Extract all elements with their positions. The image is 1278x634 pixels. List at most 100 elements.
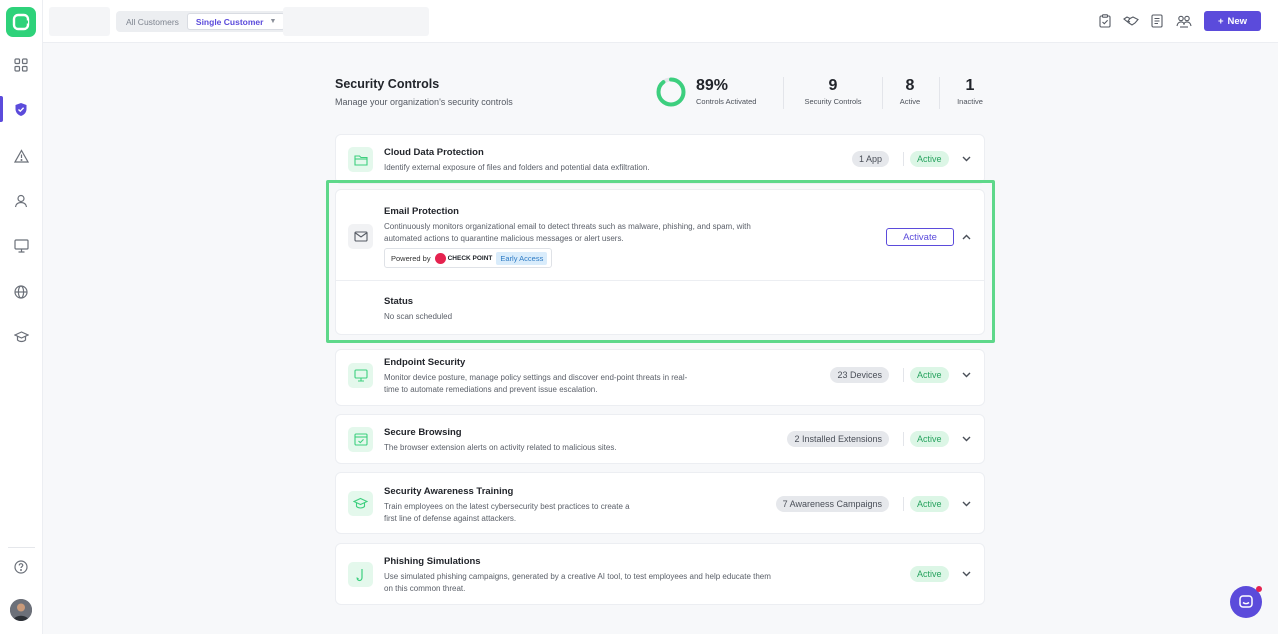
stat-value: 89% [696, 77, 729, 94]
stat-controls-activated: 89% Controls Activated [696, 77, 756, 106]
clipboard-check-icon[interactable] [1097, 13, 1113, 29]
status-badge: Active [910, 431, 949, 447]
chevron-down-icon[interactable] [961, 434, 971, 444]
stat-divider [939, 77, 940, 109]
count-badge: 2 Installed Extensions [787, 431, 889, 447]
badge-separator [903, 432, 904, 446]
control-description-line1: Monitor device posture, manage policy se… [384, 373, 688, 382]
stat-divider [882, 77, 883, 109]
control-description-line2: first line of defense against attackers. [384, 514, 517, 523]
control-card-email-protection[interactable]: Email Protection Continuously monitors o… [335, 189, 985, 335]
count-badge: 1 App [851, 151, 889, 167]
avatar[interactable] [10, 599, 32, 621]
control-description-line1: Use simulated phishing campaigns, genera… [384, 572, 771, 581]
all-customers-label: All Customers [126, 16, 179, 27]
control-description-line1: Continuously monitors organizational ema… [384, 222, 751, 231]
sidebar [0, 0, 43, 634]
fishing-hook-icon [348, 562, 373, 587]
powered-by-badge: Powered by CHECK POINT Early Access [384, 248, 553, 268]
check-point-logo: CHECK POINT [434, 252, 493, 264]
search-placeholder [283, 7, 429, 36]
chevron-up-icon[interactable] [961, 232, 971, 242]
early-access-badge: Early Access [496, 251, 548, 265]
control-card-secure-browsing[interactable]: Secure Browsing The browser extension al… [335, 414, 985, 464]
status-badge: Active [910, 566, 949, 582]
new-button-label: New [1227, 15, 1248, 27]
control-description-line2: automated actions to quarantine maliciou… [384, 234, 624, 243]
control-title: Email Protection [384, 206, 459, 217]
page-subtitle: Manage your organization's security cont… [335, 97, 513, 107]
control-title: Phishing Simulations [384, 556, 481, 567]
chevron-down-icon[interactable] [961, 569, 971, 579]
sidebar-divider [8, 547, 35, 548]
page-title: Security Controls [335, 77, 440, 91]
dashboard-icon[interactable] [11, 55, 31, 75]
user-icon[interactable] [11, 191, 31, 211]
controls-activated-ring [656, 77, 686, 107]
activate-button[interactable]: Activate [886, 228, 954, 246]
status-badge: Active [910, 151, 949, 167]
stat-label: Inactive [957, 97, 983, 106]
monitor-icon [348, 363, 373, 388]
chevron-down-icon[interactable] [961, 154, 971, 164]
globe-icon[interactable] [11, 282, 31, 302]
users-group-icon[interactable] [1176, 13, 1192, 29]
topbar: All Customers Single Customer ▼ + New [43, 0, 1278, 43]
folder-icon [348, 147, 373, 172]
mail-icon [348, 224, 373, 249]
monitor-icon[interactable] [11, 236, 31, 256]
graduation-cap-icon [348, 491, 373, 516]
chevron-down-icon[interactable] [961, 370, 971, 380]
badge-separator [903, 368, 904, 382]
status-badge: Active [910, 367, 949, 383]
chevron-down-icon[interactable] [961, 499, 971, 509]
control-card-security-awareness-training[interactable]: Security Awareness Training Train employ… [335, 472, 985, 534]
stat-value: 9 [828, 77, 838, 94]
control-card-phishing-simulations[interactable]: Phishing Simulations Use simulated phish… [335, 543, 985, 605]
single-customer-dropdown[interactable]: Single Customer ▼ [186, 13, 286, 30]
document-icon[interactable] [1149, 13, 1165, 29]
control-description-line1: Train employees on the latest cybersecur… [384, 502, 630, 511]
stat-label: Active [899, 97, 921, 106]
stat-label: Controls Activated [696, 97, 757, 106]
control-card-cloud-data-protection[interactable]: Cloud Data Protection Identify external … [335, 134, 985, 184]
control-title: Cloud Data Protection [384, 147, 484, 158]
control-title: Endpoint Security [384, 357, 466, 368]
stat-divider [783, 77, 784, 109]
single-customer-label: Single Customer [195, 16, 264, 27]
control-card-endpoint-security[interactable]: Endpoint Security Monitor device posture… [335, 349, 985, 406]
section-divider [336, 280, 984, 281]
stat-label: Security Controls [804, 97, 862, 106]
badge-separator [903, 497, 904, 511]
app-logo-icon[interactable] [6, 7, 36, 37]
customer-scope-toggle: All Customers Single Customer ▼ [116, 11, 288, 32]
stat-value: 8 [905, 77, 915, 94]
graduation-cap-icon[interactable] [11, 327, 31, 347]
control-title: Secure Browsing [384, 427, 462, 438]
all-customers-tab[interactable]: All Customers [118, 13, 187, 30]
workspace-placeholder [49, 7, 110, 36]
stat-active: 8 Active [893, 77, 927, 106]
stat-security-controls: 9 Security Controls [797, 77, 869, 106]
control-title: Security Awareness Training [384, 486, 514, 497]
powered-by-label: Powered by [391, 253, 431, 263]
status-badge: Active [910, 496, 949, 512]
check-point-mark-icon [434, 252, 446, 264]
browser-check-icon [348, 427, 373, 452]
alert-triangle-icon[interactable] [11, 146, 31, 166]
control-description: The browser extension alerts on activity… [384, 443, 617, 452]
stat-value: 1 [965, 77, 975, 94]
partner-name: CHECK POINT [447, 254, 493, 262]
status-value: No scan scheduled [384, 312, 453, 321]
status-heading: Status [384, 296, 414, 307]
shield-icon[interactable] [11, 99, 31, 119]
badge-separator [903, 152, 904, 166]
control-description: Identify external exposure of files and … [384, 163, 650, 172]
help-icon[interactable] [11, 557, 31, 577]
handshake-icon[interactable] [1123, 13, 1139, 29]
chat-icon [1239, 595, 1253, 608]
notification-dot [1256, 586, 1262, 592]
plus-icon: + [1217, 15, 1224, 27]
new-button[interactable]: + New [1204, 11, 1261, 31]
control-description-line2: on this common threat. [384, 584, 466, 593]
